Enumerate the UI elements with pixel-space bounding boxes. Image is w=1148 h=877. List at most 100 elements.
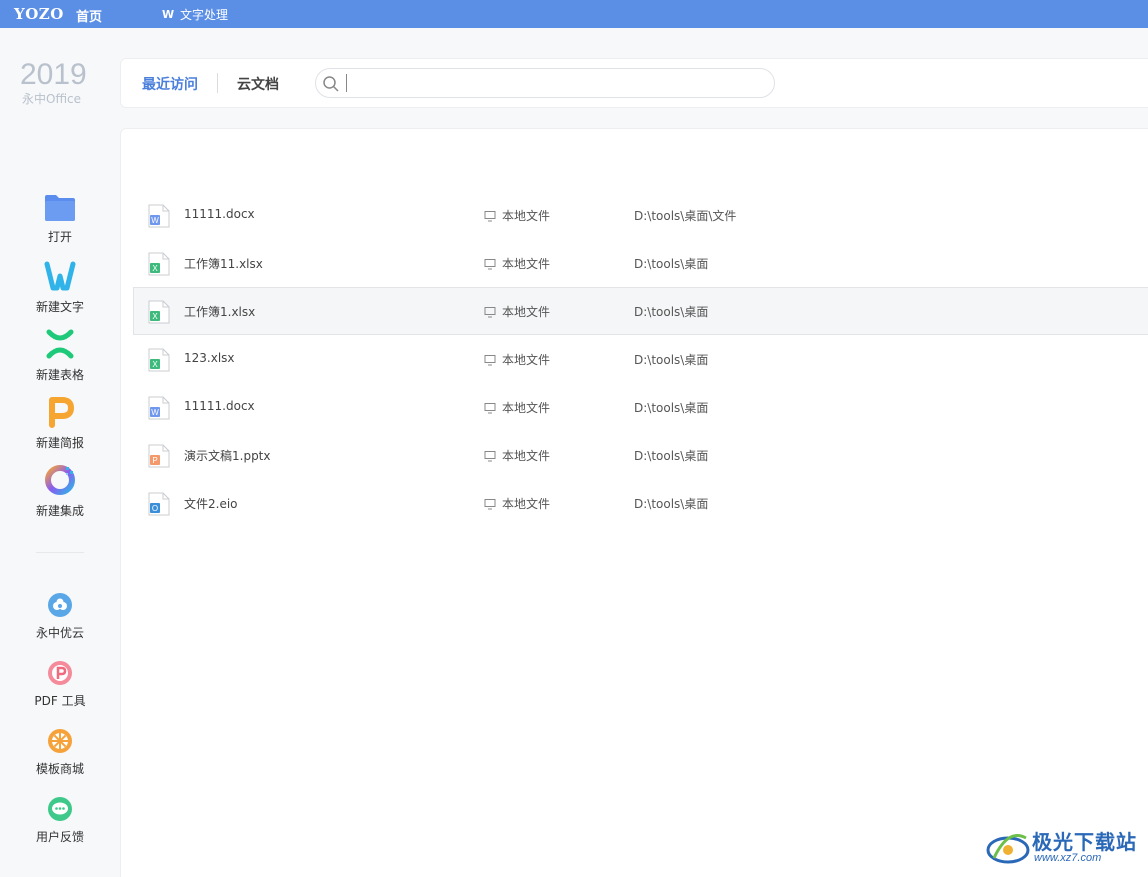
tab-separator — [217, 73, 218, 93]
svg-text:W: W — [151, 216, 159, 225]
file-name: 文件2.eio — [184, 497, 238, 511]
computer-icon — [484, 306, 496, 317]
computer-icon — [484, 354, 496, 365]
watermark-url: www.xz7.com — [1034, 852, 1102, 864]
integrated-o-icon — [45, 465, 75, 495]
slide-p-icon — [49, 397, 74, 428]
file-location: 本地文件 — [484, 399, 550, 416]
file-path: D:\tools\桌面 — [634, 497, 709, 511]
word-file-icon: W — [148, 396, 170, 420]
watermark: 极光下载站 www.xz7.com — [986, 824, 1142, 872]
cloud-icon — [48, 593, 72, 617]
file-path: D:\tools\桌面 — [634, 257, 709, 271]
file-row-selected[interactable]: X 工作簿1.xlsx 本地文件 D:\tools\桌面 — [133, 287, 1148, 335]
file-row[interactable]: X 123.xlsx 本地文件 D:\tools\桌面 — [133, 335, 1148, 383]
feedback-button[interactable]: 用户反馈 — [20, 796, 100, 845]
new-spreadsheet-label: 新建表格 — [35, 368, 84, 382]
feedback-icon — [48, 797, 72, 821]
tab-home[interactable]: 首页 — [76, 6, 102, 25]
computer-icon — [484, 498, 496, 509]
search-icon — [323, 76, 339, 92]
file-name: 工作簿1.xlsx — [184, 305, 256, 319]
tab-cloud-docs[interactable]: 云文档 — [237, 74, 279, 94]
file-location: 本地文件 — [484, 207, 550, 224]
file-location-label: 本地文件 — [502, 449, 551, 463]
svg-text:O: O — [152, 504, 158, 513]
file-row[interactable]: O 文件2.eio 本地文件 D:\tools\桌面 — [133, 479, 1148, 527]
sidebar: 2019 永中Office 打开 新建文字 新建表格 新建简报 新建集成 永中优… — [0, 28, 120, 877]
yozo-cloud-button[interactable]: 永中优云 — [20, 592, 100, 641]
folder-icon — [45, 195, 75, 221]
computer-icon — [484, 450, 496, 461]
sheet-x-icon — [46, 329, 74, 359]
file-path: D:\tools\桌面 — [634, 449, 709, 463]
sheet-file-icon: X — [148, 252, 170, 276]
file-name: 工作簿11.xlsx — [184, 257, 263, 271]
file-location: 本地文件 — [484, 255, 550, 272]
computer-icon — [484, 402, 496, 413]
file-path: D:\tools\桌面 — [634, 401, 709, 415]
new-integrated-button[interactable]: 新建集成 — [20, 464, 100, 519]
sheet-file-icon: X — [148, 348, 170, 372]
word-file-icon: W — [148, 204, 170, 228]
file-location: 本地文件 — [484, 303, 550, 320]
svg-text:X: X — [152, 360, 158, 369]
file-location-label: 本地文件 — [502, 209, 551, 223]
sheet-file-icon: X — [148, 300, 170, 324]
title-bar: YOZO 首页 W 文字处理 — [0, 0, 1148, 28]
template-store-label: 模板商城 — [35, 762, 84, 776]
file-location-label: 本地文件 — [502, 497, 551, 511]
svg-text:X: X — [152, 312, 158, 321]
file-location-label: 本地文件 — [502, 401, 551, 415]
new-presentation-button[interactable]: 新建简报 — [20, 396, 100, 451]
file-row[interactable]: X 工作簿11.xlsx 本地文件 D:\tools\桌面 — [133, 239, 1148, 287]
file-location: 本地文件 — [484, 447, 550, 464]
new-document-label: 新建文字 — [35, 300, 84, 314]
new-presentation-label: 新建简报 — [35, 436, 84, 450]
yozo-cloud-label: 永中优云 — [35, 626, 84, 640]
tab-recent[interactable]: 最近访问 — [142, 74, 198, 94]
word-w-icon — [44, 261, 76, 291]
computer-icon — [484, 210, 496, 221]
watermark-title: 极光下载站 — [1032, 830, 1137, 854]
new-integrated-label: 新建集成 — [35, 504, 84, 518]
search-input[interactable] — [346, 74, 766, 92]
pdf-tools-button[interactable]: PDF 工具 — [20, 660, 100, 709]
template-store-icon — [48, 729, 72, 753]
file-row[interactable]: W 11111.docx 本地文件 D:\tools\桌面\文件 — [133, 191, 1148, 239]
recent-files-panel: W 11111.docx 本地文件 D:\tools\桌面\文件 X 工作簿11… — [120, 128, 1148, 877]
brand-year: 2019 — [20, 58, 87, 91]
new-spreadsheet-button[interactable]: 新建表格 — [20, 328, 100, 383]
svg-text:X: X — [152, 264, 158, 273]
file-row[interactable]: W 11111.docx 本地文件 D:\tools\桌面 — [133, 383, 1148, 431]
file-location-label: 本地文件 — [502, 305, 551, 319]
file-location: 本地文件 — [484, 351, 550, 368]
file-name: 演示文稿1.pptx — [184, 449, 271, 463]
new-document-button[interactable]: 新建文字 — [20, 260, 100, 315]
yozo-logo: YOZO — [14, 5, 64, 23]
search-box[interactable] — [315, 68, 775, 98]
feedback-label: 用户反馈 — [35, 830, 84, 844]
file-name: 11111.docx — [184, 207, 255, 221]
slide-file-icon: P — [148, 444, 170, 468]
pdf-icon — [48, 661, 72, 685]
brand-name: 永中Office — [22, 92, 82, 106]
top-bar: 最近访问 云文档 — [120, 58, 1148, 108]
open-label: 打开 — [47, 230, 72, 244]
template-store-button[interactable]: 模板商城 — [20, 728, 100, 777]
file-location: 本地文件 — [484, 495, 550, 512]
file-location-label: 本地文件 — [502, 353, 551, 367]
svg-text:P: P — [152, 456, 157, 465]
pdf-tools-label: PDF 工具 — [34, 694, 86, 708]
computer-icon — [484, 258, 496, 269]
file-row[interactable]: P 演示文稿1.pptx 本地文件 D:\tools\桌面 — [133, 431, 1148, 479]
file-path: D:\tools\桌面 — [634, 305, 709, 319]
eio-file-icon: O — [148, 492, 170, 516]
tab-word-processing-label: 文字处理 — [180, 8, 229, 22]
tab-word-processing[interactable]: W 文字处理 — [162, 6, 228, 23]
file-name: 123.xlsx — [184, 351, 235, 365]
open-button[interactable]: 打开 — [20, 194, 100, 245]
word-small-icon: W — [162, 7, 175, 21]
watermark-logo-icon — [986, 834, 1030, 864]
sidebar-divider — [36, 552, 84, 553]
